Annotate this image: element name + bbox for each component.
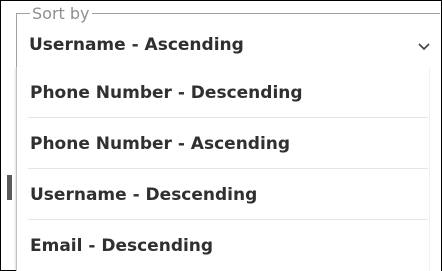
sort-by-legend: Sort by — [30, 4, 92, 23]
chevron-down-icon[interactable] — [417, 41, 431, 51]
dropdown-scroll-edge — [429, 67, 430, 271]
sort-by-control: Sort by Username - Ascending Phone Numbe… — [0, 0, 442, 271]
sort-option-username-desc[interactable]: Username - Descending — [17, 169, 429, 219]
background-edge-mark — [7, 175, 12, 200]
sort-option-label: Phone Number - Descending — [30, 83, 303, 103]
sort-option-label: Phone Number - Ascending — [30, 134, 291, 154]
sort-option-phone-desc[interactable]: Phone Number - Descending — [17, 67, 429, 117]
sort-option-label: Email - Descending — [30, 236, 214, 256]
sort-option-label: Username - Descending — [30, 185, 258, 205]
sort-options-dropdown: Phone Number - Descending Phone Number -… — [16, 67, 441, 271]
sort-selected-value[interactable]: Username - Ascending — [29, 34, 244, 56]
sort-option-phone-asc[interactable]: Phone Number - Ascending — [17, 118, 429, 168]
sort-option-email-desc[interactable]: Email - Descending — [17, 220, 429, 270]
